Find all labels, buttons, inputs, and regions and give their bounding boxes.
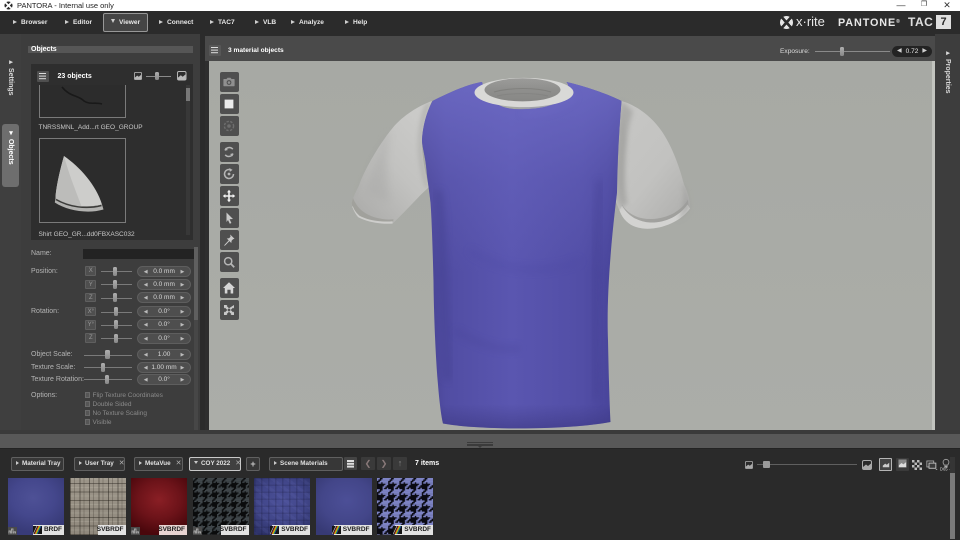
svg-text:D65: D65 [940,466,948,471]
